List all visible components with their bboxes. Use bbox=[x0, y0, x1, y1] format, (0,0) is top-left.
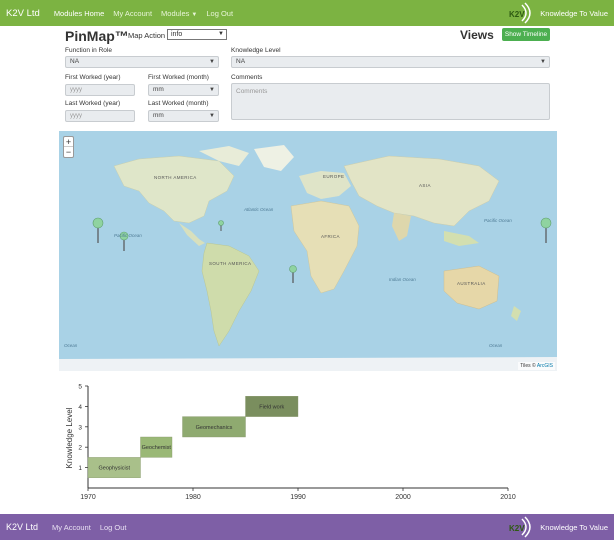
brand-link[interactable]: K2V Ltd bbox=[6, 8, 40, 19]
timeline-bar-label: Geophysicist bbox=[99, 466, 131, 472]
map-land-layer bbox=[59, 145, 557, 371]
x-tick-label: 2010 bbox=[500, 494, 516, 501]
label-ocean-southeast: Ocean bbox=[489, 343, 503, 348]
label-indian-ocean: Indian Ocean bbox=[389, 277, 416, 282]
first-worked-month-label: First Worked (month) bbox=[148, 74, 209, 81]
y-tick-label: 4 bbox=[78, 404, 82, 411]
show-timeline-button[interactable]: Show Timeline bbox=[502, 28, 550, 41]
y-tick-label: 5 bbox=[78, 384, 82, 391]
map-attribution: Tiles © ArcGIS bbox=[518, 362, 555, 370]
footer-log-out[interactable]: Log Out bbox=[100, 523, 127, 532]
chevron-down-icon: ▼ bbox=[209, 87, 215, 93]
footer-navbar: K2V Ltd My Account Log Out K2V Knowledge… bbox=[0, 514, 614, 540]
function-in-role-value: NA bbox=[70, 58, 80, 65]
knowledge-level-select[interactable]: NA ▼ bbox=[231, 56, 550, 68]
timeline-chart: Knowledge Level 1970 1980 1990 2000 2010 1 2 3 4… bbox=[60, 378, 520, 503]
nav-log-out[interactable]: Log Out bbox=[206, 9, 233, 18]
chart-bars: Geophysicist Geochemist Geomechanics Field … bbox=[87, 396, 299, 479]
label-ocean-southwest: Ocean bbox=[64, 343, 78, 348]
label-pacific-ocean-west: Pacific Ocean bbox=[114, 233, 142, 238]
chevron-down-icon: ▼ bbox=[540, 59, 546, 65]
chart-ylabel: Knowledge Level bbox=[65, 407, 74, 468]
footer-my-account[interactable]: My Account bbox=[52, 523, 91, 532]
zoom-in-button[interactable]: + bbox=[64, 137, 73, 147]
first-worked-month-select[interactable]: mm ▼ bbox=[148, 84, 219, 96]
nav-modules-dropdown[interactable]: Modules ▼ bbox=[161, 9, 197, 18]
footer-logo-text: Knowledge To Value bbox=[540, 522, 608, 532]
last-worked-month-value: mm bbox=[153, 112, 164, 119]
k2v-logo-icon: K2V bbox=[508, 516, 536, 538]
comments-label: Comments bbox=[231, 74, 263, 81]
k2v-logo-icon: K2V bbox=[508, 2, 536, 24]
zoom-out-button[interactable]: − bbox=[64, 147, 73, 157]
function-in-role-select[interactable]: NA ▼ bbox=[65, 56, 219, 68]
footer-brand[interactable]: K2V Ltd bbox=[6, 522, 38, 532]
nav-modules-home[interactable]: Modules Home bbox=[54, 9, 104, 18]
knowledge-level-label: Knowledge Level bbox=[231, 47, 281, 54]
nav-modules-label: Modules bbox=[161, 8, 190, 18]
timeline-bar-label: Geochemist bbox=[142, 445, 172, 451]
views-title: Views bbox=[460, 28, 494, 42]
knowledge-level-value: NA bbox=[236, 58, 246, 65]
top-navbar: K2V Ltd Modules Home My Account Modules ▼… bbox=[0, 0, 614, 26]
y-tick-label: 3 bbox=[78, 424, 82, 431]
label-pacific-ocean-east: Pacific Ocean bbox=[484, 218, 512, 223]
last-worked-year-input[interactable]: yyyy bbox=[65, 110, 135, 122]
y-tick-label: 1 bbox=[78, 465, 82, 472]
timeline-chart-svg: Knowledge Level 1970 1980 1990 2000 2010 1 2 3 4… bbox=[65, 384, 516, 502]
chevron-down-icon: ▼ bbox=[209, 113, 215, 119]
page-title: PinMap™ bbox=[65, 28, 129, 44]
label-africa: AFRICA bbox=[321, 234, 340, 239]
function-in-role-label: Function in Role bbox=[65, 47, 112, 54]
label-south-america: SOUTH AMERICA bbox=[209, 261, 252, 266]
zoom-control: + − bbox=[63, 136, 74, 158]
footer-logo-badge-text: K2V bbox=[509, 524, 525, 533]
timeline-bar-label: Field work bbox=[259, 404, 284, 410]
label-asia: ASIA bbox=[419, 183, 431, 188]
first-worked-month-value: mm bbox=[153, 86, 164, 93]
title-row: PinMap™ Map Action info ▼ Views Show Tim… bbox=[65, 28, 550, 48]
map-action-value: info bbox=[171, 31, 183, 38]
k2v-logo[interactable]: K2V Knowledge To Value bbox=[508, 2, 608, 24]
logo-badge-text: K2V bbox=[509, 10, 525, 19]
x-tick-label: 1980 bbox=[185, 494, 201, 501]
first-worked-year-input[interactable]: yyyy bbox=[65, 84, 135, 96]
x-tick-label: 1990 bbox=[290, 494, 306, 501]
map-action-select[interactable]: info ▼ bbox=[167, 29, 227, 40]
x-tick-label: 1970 bbox=[80, 494, 96, 501]
label-north-america: NORTH AMERICA bbox=[154, 175, 197, 180]
logo-text: Knowledge To Value bbox=[540, 8, 608, 18]
chevron-down-icon: ▼ bbox=[218, 31, 224, 37]
x-tick-label: 2000 bbox=[395, 494, 411, 501]
last-worked-month-label: Last Worked (month) bbox=[148, 100, 209, 107]
timeline-bar-label: Geomechanics bbox=[196, 425, 233, 431]
y-tick-label: 2 bbox=[78, 445, 82, 452]
footer-k2v-logo[interactable]: K2V Knowledge To Value bbox=[508, 516, 608, 538]
label-europe: EUROPE bbox=[323, 174, 345, 179]
last-worked-month-select[interactable]: mm ▼ bbox=[148, 110, 219, 122]
chevron-down-icon: ▼ bbox=[209, 59, 215, 65]
nav-my-account[interactable]: My Account bbox=[113, 9, 152, 18]
caret-down-icon: ▼ bbox=[191, 11, 198, 18]
label-australia: AUSTRALIA bbox=[457, 281, 486, 286]
last-worked-year-label: Last Worked (year) bbox=[65, 100, 121, 107]
first-worked-year-label: First Worked (year) bbox=[65, 74, 121, 81]
comments-textarea[interactable]: Comments bbox=[231, 83, 550, 120]
arcgis-link[interactable]: ArcGIS bbox=[537, 363, 553, 369]
world-map[interactable]: NORTH AMERICA EUROPE ASIA AFRICA SOUTH A… bbox=[59, 131, 557, 371]
attribution-prefix: Tiles © bbox=[520, 363, 536, 369]
label-atlantic-ocean: Atlantic Ocean bbox=[244, 207, 274, 212]
map-action-label: Map Action bbox=[128, 31, 166, 40]
